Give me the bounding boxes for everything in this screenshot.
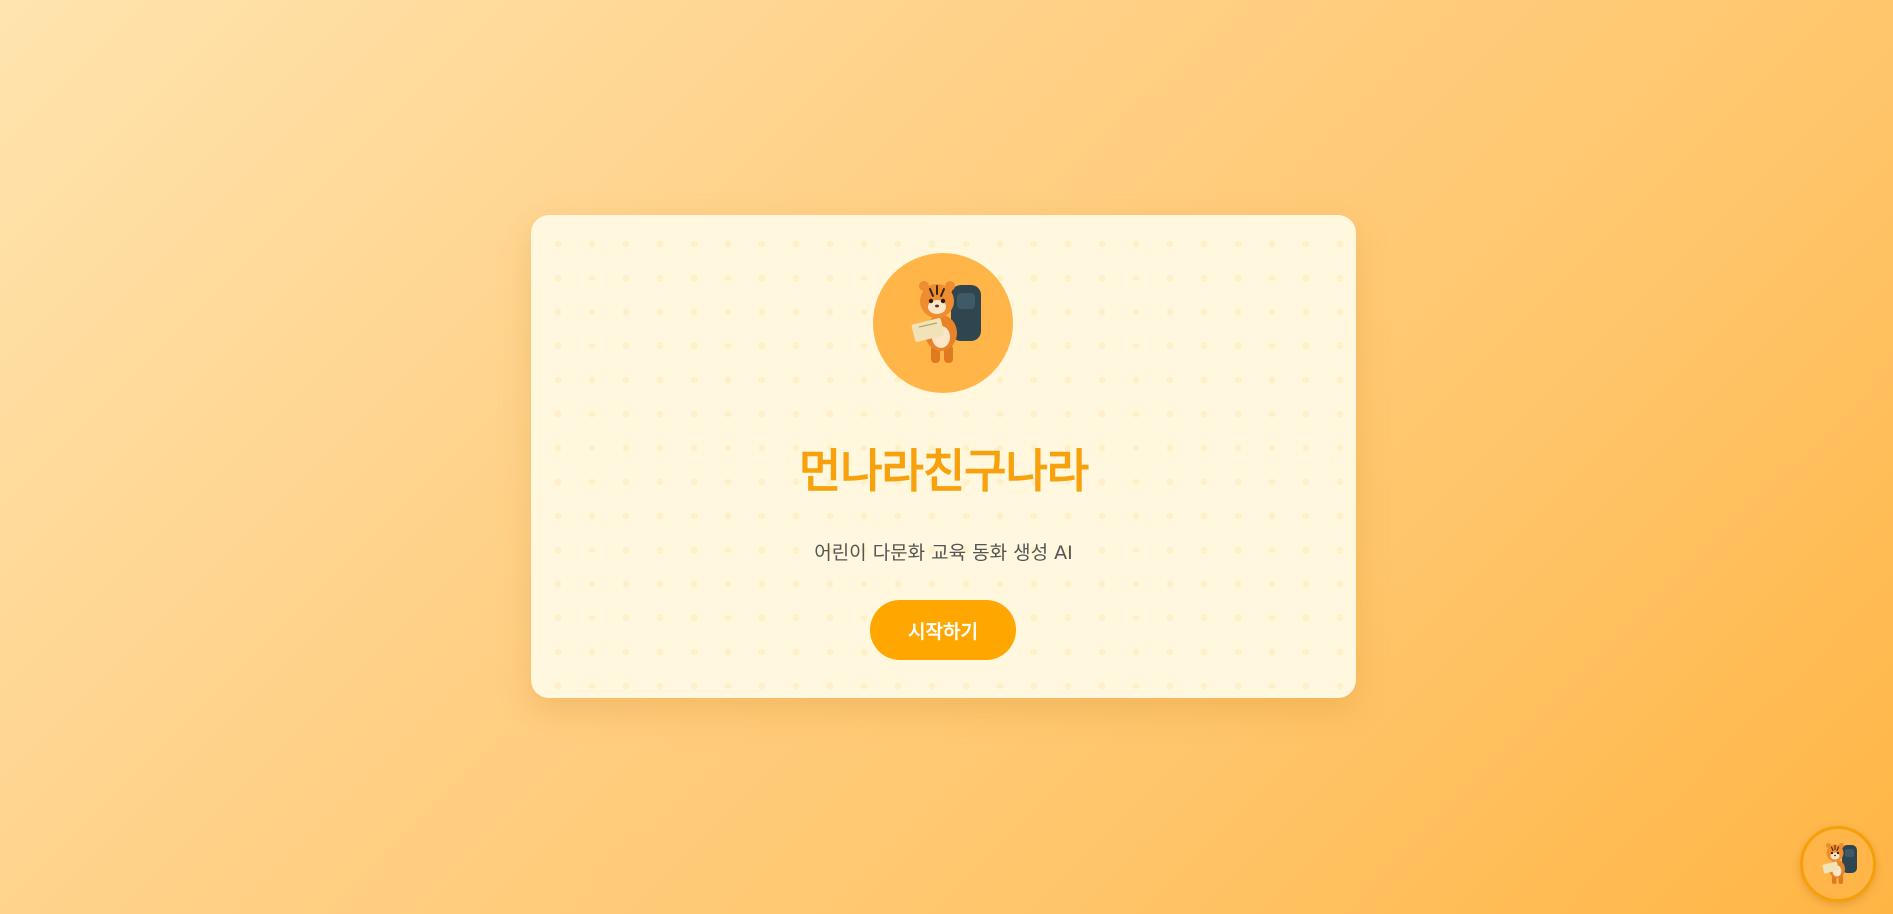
- app-subtitle: 어린이 다문화 교육 동화 생성 AI: [814, 542, 1073, 564]
- welcome-card: 먼나라친구나라 어린이 다문화 교육 동화 생성 AI 시작하기: [531, 215, 1356, 698]
- start-button[interactable]: 시작하기: [870, 600, 1016, 660]
- tiger-mascot-icon: [873, 253, 1013, 393]
- tiger-helper-button[interactable]: [1800, 826, 1876, 902]
- tiger-mascot-icon: [1822, 843, 1857, 884]
- app-title: 먼나라친구나라: [798, 444, 1089, 498]
